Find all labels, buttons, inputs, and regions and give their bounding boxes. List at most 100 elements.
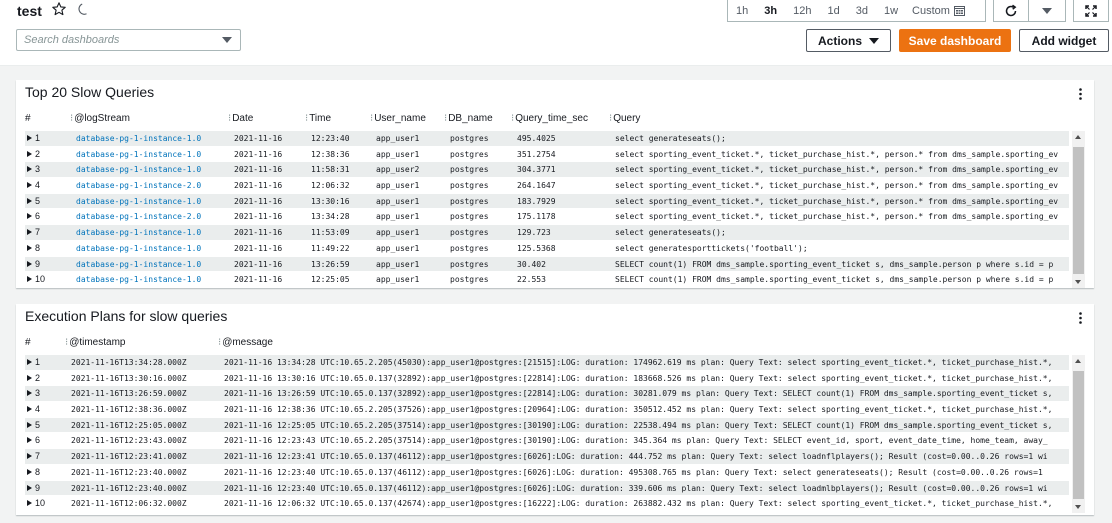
table-row[interactable]: 7 2021-11-16T12:23:41.000Z 2021-11-16 12:2…: [25, 449, 1069, 465]
range-1w[interactable]: 1w: [876, 1, 906, 21]
expand-row-icon[interactable]: [27, 453, 32, 460]
expand-row-icon[interactable]: [27, 197, 32, 204]
table-row[interactable]: 9 database-pg-1-instance-1.0 2021-11-16 13:…: [25, 256, 1069, 273]
cell-logstream[interactable]: database-pg-1-instance-1.0: [76, 147, 201, 162]
expand-row-icon[interactable]: [27, 406, 32, 413]
table-row[interactable]: 1 2021-11-16T13:34:28.000Z 2021-11-16 13:3…: [25, 355, 1069, 371]
search-input[interactable]: [17, 30, 212, 50]
expand-row-icon[interactable]: [27, 437, 32, 444]
column-resize-handle[interactable]: ⁝: [609, 113, 612, 124]
table-row[interactable]: 4 database-pg-1-instance-2.0 2021-11-16 12:…: [25, 178, 1069, 194]
table-row[interactable]: 3 database-pg-1-instance-1.0 2021-11-16 11:…: [25, 162, 1069, 179]
widget-menu-icon[interactable]: [1079, 88, 1082, 100]
cell-logstream[interactable]: database-pg-1-instance-1.0: [76, 241, 201, 256]
scroll-down-icon[interactable]: [1075, 505, 1081, 509]
cell-logstream[interactable]: database-pg-1-instance-2.0: [76, 178, 201, 193]
column-header-time[interactable]: ⁝Time: [305, 113, 331, 124]
column-header-db-name[interactable]: ⁝DB_name: [444, 113, 493, 124]
table-row[interactable]: 10 database-pg-1-instance-1.0 2021-11-16 12…: [25, 272, 1069, 288]
table-row[interactable]: 8 database-pg-1-instance-1.0 2021-11-16 11:…: [25, 241, 1069, 257]
table-row[interactable]: 7 database-pg-1-instance-1.0 2021-11-16 11:…: [25, 225, 1069, 241]
column-header-query-time-sec[interactable]: ⁝Query_time_sec: [511, 113, 588, 124]
scroll-thumb[interactable]: [1073, 371, 1084, 499]
scroll-thumb[interactable]: [1073, 147, 1084, 274]
expand-row-icon[interactable]: [27, 468, 32, 475]
scroll-up-icon[interactable]: [1075, 359, 1081, 363]
cell-logstream[interactable]: database-pg-1-instance-2.0: [76, 209, 201, 224]
column-resize-handle[interactable]: ⁝: [228, 113, 231, 124]
expand-row-icon[interactable]: [27, 421, 32, 428]
table-row[interactable]: 4 2021-11-16T12:38:36.000Z 2021-11-16 12:3…: [25, 402, 1069, 418]
cell-logstream[interactable]: database-pg-1-instance-1.0: [76, 257, 201, 272]
column-resize-handle[interactable]: ⁝: [65, 337, 68, 348]
column-resize-handle[interactable]: ⁝: [444, 113, 447, 124]
dark-mode-moon-icon[interactable]: [77, 2, 91, 16]
column-resize-handle[interactable]: ⁝: [305, 113, 308, 124]
range-1d[interactable]: 1d: [819, 1, 847, 21]
expand-row-icon[interactable]: [27, 260, 32, 267]
table-row[interactable]: 2 database-pg-1-instance-1.0 2021-11-16 12:…: [25, 147, 1069, 163]
column-resize-handle[interactable]: ⁝: [218, 337, 221, 348]
table-row[interactable]: 1 database-pg-1-instance-1.0 2021-11-16 12:…: [25, 131, 1069, 147]
table-row[interactable]: 5 database-pg-1-instance-1.0 2021-11-16 13:…: [25, 193, 1069, 210]
table-row[interactable]: 6 database-pg-1-instance-2.0 2021-11-16 13:…: [25, 209, 1069, 226]
cell-logstream[interactable]: database-pg-1-instance-1.0: [76, 131, 201, 146]
column-header-user-name[interactable]: ⁝User_name: [370, 113, 426, 124]
expand-row-icon[interactable]: [27, 182, 32, 189]
cell-logstream[interactable]: database-pg-1-instance-1.0: [76, 162, 201, 177]
column-resize-handle[interactable]: ⁝: [511, 113, 514, 124]
range-custom[interactable]: Custom: [906, 5, 965, 17]
expand-row-icon[interactable]: [27, 390, 32, 397]
column-resize-handle[interactable]: ⁝: [370, 113, 373, 124]
table-row[interactable]: 8 2021-11-16T12:23:40.000Z 2021-11-16 12:2…: [25, 465, 1069, 481]
vertical-scrollbar[interactable]: [1072, 355, 1085, 513]
expand-row-icon[interactable]: [27, 244, 32, 251]
expand-row-icon[interactable]: [27, 213, 32, 220]
range-1h[interactable]: 1h: [728, 1, 756, 21]
save-dashboard-button[interactable]: Save dashboard: [899, 29, 1011, 52]
widget-menu-icon[interactable]: [1079, 312, 1082, 324]
vertical-scrollbar[interactable]: [1072, 131, 1085, 288]
expand-row-icon[interactable]: [27, 276, 32, 283]
expand-row-icon[interactable]: [27, 135, 32, 141]
add-widget-button[interactable]: Add widget: [1019, 29, 1109, 52]
actions-button[interactable]: Actions: [806, 29, 891, 52]
expand-row-icon[interactable]: [27, 166, 32, 173]
expand-row-icon[interactable]: [27, 374, 32, 381]
table-row[interactable]: 3 2021-11-16T13:26:59.000Z 2021-11-16 13:2…: [25, 386, 1069, 403]
column-header-row-number[interactable]: #: [25, 113, 31, 124]
column-header-row-number[interactable]: #: [25, 337, 31, 348]
range-3d[interactable]: 3d: [848, 1, 876, 21]
column-header-logstream[interactable]: ⁝@logStream: [70, 113, 130, 124]
column-header-date[interactable]: ⁝Date: [228, 113, 253, 124]
cell-logstream[interactable]: database-pg-1-instance-1.0: [76, 272, 201, 287]
range-12h[interactable]: 12h: [785, 1, 819, 21]
range-3h[interactable]: 3h: [756, 1, 785, 21]
table-row[interactable]: 6 2021-11-16T12:23:43.000Z 2021-11-16 12:2…: [25, 433, 1069, 450]
dashboard-header: test 1h 3h 12h 1d 3d 1w Custom: [0, 0, 1112, 66]
refresh-options-button[interactable]: [1028, 0, 1066, 22]
column-header-timestamp[interactable]: ⁝@timestamp: [65, 337, 125, 348]
refresh-button[interactable]: [993, 0, 1029, 22]
table-row[interactable]: 5 2021-11-16T12:25:05.000Z 2021-11-16 12:2…: [25, 417, 1069, 434]
expand-row-icon[interactable]: [27, 359, 32, 365]
cell-row-number: 7: [35, 227, 41, 238]
expand-row-icon[interactable]: [27, 229, 32, 236]
column-header-message[interactable]: ⁝@message: [218, 337, 273, 348]
favorite-star-icon[interactable]: [51, 1, 67, 17]
fullscreen-button[interactable]: [1073, 0, 1109, 22]
table-row[interactable]: 2 2021-11-16T13:30:16.000Z 2021-11-16 13:3…: [25, 371, 1069, 387]
expand-row-icon[interactable]: [27, 500, 32, 507]
scroll-down-icon[interactable]: [1075, 280, 1081, 284]
search-dashboards-select[interactable]: [16, 29, 241, 51]
chevron-down-icon[interactable]: [222, 37, 232, 43]
expand-row-icon[interactable]: [27, 484, 32, 491]
column-header-query[interactable]: ⁝Query: [609, 113, 640, 124]
column-resize-handle[interactable]: ⁝: [70, 113, 73, 124]
expand-row-icon[interactable]: [27, 150, 32, 157]
table-row[interactable]: 10 2021-11-16T12:06:32.000Z 2021-11-16 12:…: [25, 496, 1069, 512]
scroll-up-icon[interactable]: [1075, 135, 1081, 139]
table-row[interactable]: 9 2021-11-16T12:23:40.000Z 2021-11-16 12:2…: [25, 480, 1069, 497]
cell-logstream[interactable]: database-pg-1-instance-1.0: [76, 194, 201, 209]
cell-logstream[interactable]: database-pg-1-instance-1.0: [76, 225, 201, 240]
